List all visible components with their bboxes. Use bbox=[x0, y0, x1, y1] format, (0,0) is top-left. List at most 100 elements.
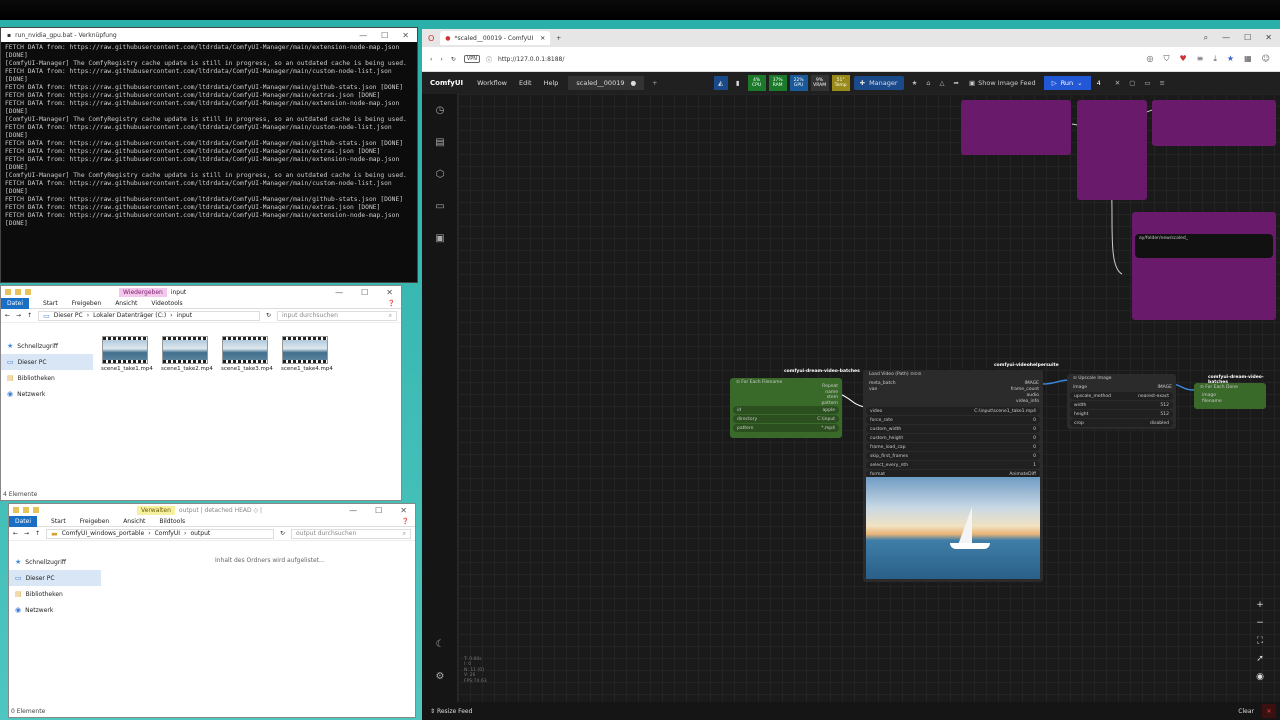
widget-row[interactable]: custom_height 0 bbox=[866, 434, 1040, 442]
output-slot[interactable]: video_info bbox=[1011, 399, 1039, 405]
maximize-icon[interactable]: ☐ bbox=[381, 31, 388, 40]
explorer-titlebar[interactable]: Verwalten output | detached HEAD ◇ | — ☐… bbox=[9, 504, 415, 516]
node-upscale-image[interactable]: ⊙ Upscale Image image IMAGE upscale_meth… bbox=[1067, 374, 1176, 429]
nav-item-quick-access[interactable]: ★ Schnellzugriff bbox=[9, 554, 101, 570]
minimize-icon[interactable]: — bbox=[335, 288, 343, 297]
forward-icon[interactable]: → bbox=[24, 530, 29, 537]
nav-item-this-pc[interactable]: ▭ Dieser PC bbox=[9, 570, 101, 586]
quick-access-icon[interactable] bbox=[15, 289, 21, 295]
file-item[interactable]: scene1_take4.mp4 bbox=[281, 336, 333, 373]
console-window[interactable]: ▪ run_nvidia_gpu.bat - Verknüpfung — ☐ ✕… bbox=[0, 27, 418, 283]
nav-item-this-pc[interactable]: ▭ Dieser PC bbox=[1, 354, 93, 370]
widget-row[interactable]: frame_load_cap 0 bbox=[866, 443, 1040, 451]
download-icon[interactable]: ⤓ bbox=[1213, 54, 1217, 64]
panel-icon[interactable]: ▢ bbox=[1129, 79, 1135, 87]
shield-icon[interactable]: ⛉ bbox=[1164, 54, 1170, 64]
minimize-icon[interactable]: — bbox=[1222, 33, 1230, 43]
video-preview[interactable] bbox=[866, 477, 1040, 579]
browser-tab[interactable]: ● *scaled__00019 - ComfyUI ✕ bbox=[440, 31, 551, 45]
ribbon-tab-share[interactable]: Freigeben bbox=[72, 300, 102, 307]
vpn-badge[interactable]: VPN bbox=[463, 55, 481, 63]
search-input[interactable]: input durchsuchen ⌕ bbox=[277, 310, 397, 321]
search-input[interactable]: output durchsuchen ⌕ bbox=[291, 528, 411, 539]
panel-icon[interactable]: ▭ bbox=[1144, 79, 1150, 87]
widget-row[interactable]: id apple bbox=[733, 406, 839, 414]
widget-row[interactable]: upscale_method nearest-exact bbox=[1070, 392, 1173, 400]
close-icon[interactable]: ✕ bbox=[1265, 33, 1272, 43]
zoom-in-icon[interactable]: + bbox=[1252, 597, 1268, 613]
clear-button[interactable]: Clear bbox=[1230, 706, 1262, 717]
ribbon-tab-start[interactable]: Start bbox=[51, 518, 66, 525]
ribbon-tab-videotools[interactable]: Videotools bbox=[151, 300, 182, 307]
node-for-each-filename[interactable]: ⊙ For Each Filename Repeat name stem pat… bbox=[730, 378, 842, 438]
explorer-titlebar[interactable]: Wiedergeben input — ☐ ✕ bbox=[1, 286, 401, 298]
path-segment[interactable]: Lokaler Datenträger (C:) bbox=[93, 312, 166, 319]
input-slot[interactable]: image bbox=[1073, 385, 1087, 390]
quick-access-icon[interactable] bbox=[25, 289, 31, 295]
minimize-icon[interactable]: — bbox=[359, 31, 367, 40]
fit-view-icon[interactable]: ⛶ bbox=[1252, 633, 1268, 649]
nav-item-libraries[interactable]: ▤ Bibliotheken bbox=[9, 586, 101, 602]
forward-icon[interactable]: → bbox=[16, 312, 21, 319]
add-workflow-icon[interactable]: + bbox=[652, 79, 657, 87]
context-tab[interactable]: Verwalten bbox=[137, 505, 175, 515]
logo-icon[interactable]: ◭ bbox=[713, 76, 728, 90]
widget-row[interactable]: width 512 bbox=[1070, 401, 1173, 409]
widget-row[interactable]: skip_first_frames 0 bbox=[866, 452, 1040, 460]
maximize-icon[interactable]: ☐ bbox=[1244, 33, 1251, 43]
input-slot[interactable]: vae bbox=[869, 387, 896, 393]
widget-row[interactable]: video C:\input\scene1_take1.mp4 bbox=[866, 407, 1040, 415]
opera-logo-icon[interactable]: O bbox=[428, 34, 434, 43]
ribbon-tab-start[interactable]: Start bbox=[43, 300, 58, 307]
logo-icon[interactable]: △ bbox=[940, 79, 945, 87]
path-input[interactable]: ▬ ComfyUI_windows_portable › ComfyUI › o… bbox=[46, 528, 274, 539]
menu-workflow[interactable]: Workflow bbox=[471, 79, 513, 87]
resize-feed-button[interactable]: ⇕ Resize Feed bbox=[422, 708, 480, 715]
forward-icon[interactable]: ➦ bbox=[954, 79, 959, 87]
zoom-out-icon[interactable]: − bbox=[1252, 615, 1268, 631]
maximize-icon[interactable]: ☐ bbox=[361, 288, 368, 297]
minimize-icon[interactable]: — bbox=[349, 506, 357, 515]
camera-icon[interactable]: ◎ bbox=[1147, 54, 1154, 64]
path-segment[interactable]: Dieser PC bbox=[54, 312, 83, 319]
menu-edit[interactable]: Edit bbox=[513, 79, 538, 87]
image-feed-toggle[interactable]: ▣ Show Image Feed bbox=[969, 79, 1036, 87]
comfy-logo[interactable]: ComfyUI bbox=[422, 79, 471, 87]
file-item[interactable]: scene1_take3.mp4 bbox=[221, 336, 273, 373]
up-icon[interactable]: ↑ bbox=[35, 530, 40, 537]
node-purple[interactable] bbox=[1077, 100, 1147, 200]
manager-button[interactable]: ✚ Manager bbox=[853, 76, 904, 90]
extensions-icon[interactable]: ▦ bbox=[1244, 54, 1252, 64]
node-header[interactable]: ⊙ For Each Done bbox=[1194, 383, 1266, 392]
pointer-icon[interactable]: ➚ bbox=[1252, 651, 1268, 667]
visibility-icon[interactable]: ◉ bbox=[1252, 669, 1268, 685]
widget-row[interactable]: custom_width 0 bbox=[866, 425, 1040, 433]
menu-help[interactable]: Help bbox=[538, 79, 565, 87]
workflow-tab[interactable]: scaled__00019 ● bbox=[568, 76, 645, 90]
menu-icon[interactable]: ≡ bbox=[1197, 54, 1204, 64]
queue-count[interactable]: 4 bbox=[1091, 76, 1107, 90]
node-purple[interactable] bbox=[961, 100, 1071, 155]
console-titlebar[interactable]: ▪ run_nvidia_gpu.bat - Verknüpfung — ☐ ✕ bbox=[1, 28, 417, 42]
help-icon[interactable]: ❓ bbox=[388, 300, 395, 307]
quick-access-icon[interactable] bbox=[33, 507, 39, 513]
path-segment[interactable]: output bbox=[190, 530, 210, 537]
explorer-input-window[interactable]: Wiedergeben input — ☐ ✕ Datei Start Frei… bbox=[0, 285, 402, 501]
node-header[interactable]: Load Video (Path) ⊙⊙⊙ bbox=[863, 370, 1043, 379]
node-purple[interactable]: ay/folder/new/scaled_ bbox=[1132, 212, 1276, 320]
file-item[interactable]: scene1_take2.mp4 bbox=[161, 336, 213, 373]
close-icon[interactable]: ✕ bbox=[400, 506, 407, 515]
nav-item-network[interactable]: ◉ Netzwerk bbox=[9, 602, 101, 618]
heart-icon[interactable]: ♥ bbox=[1180, 54, 1187, 64]
node-load-video[interactable]: Load Video (Path) ⊙⊙⊙ meta_batch vae IMA… bbox=[863, 370, 1043, 582]
help-icon[interactable]: ❓ bbox=[402, 518, 409, 525]
nav-item-quick-access[interactable]: ★ Schnellzugriff bbox=[1, 338, 93, 354]
forward-icon[interactable]: › bbox=[440, 56, 442, 63]
ribbon-tab-file[interactable]: Datei bbox=[9, 515, 38, 527]
ribbon-tab-view[interactable]: Ansicht bbox=[123, 518, 145, 525]
path-segment[interactable]: input bbox=[177, 312, 192, 319]
widget-row[interactable]: pattern *.mp4 bbox=[733, 424, 839, 432]
profile-icon[interactable]: ☺ bbox=[1262, 54, 1270, 64]
chevron-down-icon[interactable]: ⌄ bbox=[1077, 79, 1082, 87]
node-canvas[interactable]: ◷ ▤ ⬡ ▭ ▣ ☾ ⚙ ay/folder/new/scaled_ comf… bbox=[422, 94, 1280, 720]
